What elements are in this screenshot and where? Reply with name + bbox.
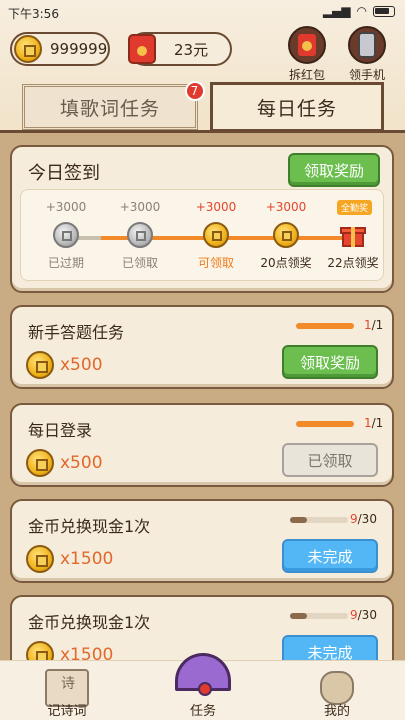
task-card: 每日登录 1/1 x500 已领取 — [10, 403, 394, 487]
task-reward: x1500 — [26, 545, 113, 573]
signin-step-amount: +3000 — [265, 200, 307, 214]
task-progress-bar — [296, 421, 354, 427]
coin-icon — [26, 449, 54, 477]
nav-item-poems[interactable]: 记诗词 — [22, 661, 112, 720]
coin-icon — [14, 35, 42, 63]
bottom-nav: 记诗词 任务 我的 — [0, 653, 405, 720]
claim-phone-label: 领手机 — [348, 68, 385, 82]
nav-label: 任务 — [189, 704, 216, 719]
task-reward: x1500 — [26, 641, 113, 660]
phone-icon — [348, 26, 386, 64]
task-title: 新手答题任务 — [28, 323, 125, 342]
task-reward-amount: x1500 — [60, 645, 114, 660]
battery-icon — [373, 5, 395, 17]
signin-step-amount: +3000 — [195, 200, 237, 214]
tab-daily-tasks-label: 每日任务 — [256, 97, 337, 120]
task-title: 金币兑换现金1次 — [28, 517, 151, 536]
task-reward: x500 — [26, 449, 103, 477]
signin-card: 今日签到 领取奖励 +3000 已过期 +3000 已领取 +3000 可领取 … — [10, 145, 394, 293]
signin-step-expired: +3000 已过期 — [31, 200, 101, 271]
coin-balance-value: 999999 — [50, 40, 108, 58]
tab-lyrics-tasks[interactable]: 填歌词任务 7 — [22, 81, 205, 130]
task-progress-text: 9/30 — [350, 512, 377, 526]
task-reward: x500 — [26, 351, 103, 379]
signin-step-label: 已领取 — [121, 256, 158, 270]
status-icons: ▂▄▆ ◠ — [323, 4, 395, 18]
coin-icon — [26, 545, 54, 573]
signin-step-amount: +3000 — [119, 200, 161, 214]
signal-icon: ▂▄▆ — [322, 4, 351, 18]
red-packet-icon — [128, 34, 156, 64]
tab-lyrics-tasks-label: 填歌词任务 — [59, 97, 160, 120]
signin-step-claimed: +3000 已领取 — [105, 200, 175, 271]
signin-step-label: 20点领奖 — [260, 256, 312, 270]
signin-step-available[interactable]: +3000 可领取 — [181, 200, 251, 271]
signin-step-label: 可领取 — [197, 256, 234, 270]
coin-icon — [26, 641, 54, 660]
claim-phone-button[interactable]: 领手机 — [344, 26, 390, 83]
task-progress-bar — [290, 517, 348, 523]
nav-label: 记诗词 — [47, 704, 87, 719]
task-reward-amount: x1500 — [60, 549, 114, 569]
notification-badge: 7 — [185, 81, 205, 101]
nav-label: 我的 — [323, 704, 350, 719]
silver-coin-icon — [127, 222, 153, 248]
cash-balance-value: 23元 — [174, 40, 209, 59]
task-card: 金币兑换现金1次 9/30 x1500 未完成 — [10, 499, 394, 583]
coin-balance[interactable]: 999999 — [10, 32, 110, 66]
task-title: 金币兑换现金1次 — [28, 613, 151, 632]
status-bar: 下午3:56 ▂▄▆ ◠ — [0, 0, 405, 24]
task-reward-amount: x500 — [60, 453, 103, 473]
signin-claim-button[interactable]: 领取奖励 — [288, 153, 380, 187]
task-reward-amount: x500 — [60, 355, 103, 375]
silver-coin-icon — [53, 222, 79, 248]
perfect-attendance-tag: 全勤奖 — [337, 200, 373, 215]
nav-item-profile[interactable]: 我的 — [292, 661, 382, 720]
signin-step-upcoming: +3000 20点领奖 — [251, 200, 321, 271]
signin-step-label: 22点领奖 — [327, 256, 379, 270]
cash-balance[interactable]: 23元 — [128, 32, 232, 66]
gold-coin-icon — [203, 222, 229, 248]
gold-coin-icon — [273, 222, 299, 248]
red-packet-icon — [288, 26, 326, 64]
task-panel: 今日签到 领取奖励 +3000 已过期 +3000 已领取 +3000 可领取 … — [0, 130, 405, 660]
signin-step-gift: 全勤奖 22点领奖 — [323, 200, 383, 271]
task-progress-bar — [290, 613, 348, 619]
task-progress-bar — [296, 323, 354, 329]
task-card: 金币兑换现金1次 9/30 x1500 未完成 — [10, 595, 394, 660]
task-progress-text: 9/30 — [350, 608, 377, 622]
task-claim-button[interactable]: 领取奖励 — [282, 345, 378, 379]
task-incomplete-button[interactable]: 未完成 — [282, 635, 378, 660]
task-progress-text: 1/1 — [364, 318, 384, 332]
signin-title: 今日签到 — [28, 163, 100, 184]
signin-step-label: 已过期 — [47, 256, 84, 270]
signin-step-amount: +3000 — [45, 200, 87, 214]
task-claimed-button[interactable]: 已领取 — [282, 443, 378, 477]
task-progress-text: 1/1 — [364, 416, 384, 430]
task-card: 新手答题任务 1/1 x500 领取奖励 — [10, 305, 394, 389]
task-incomplete-button[interactable]: 未完成 — [282, 539, 378, 573]
signin-progress: +3000 已过期 +3000 已领取 +3000 可领取 +3000 20点领… — [20, 189, 384, 281]
nav-item-tasks[interactable]: 任务 — [158, 653, 248, 720]
coin-icon — [26, 351, 54, 379]
tab-daily-tasks[interactable]: 每日任务 — [210, 82, 384, 132]
status-time: 下午3:56 — [8, 7, 59, 21]
wifi-icon: ◠ — [356, 4, 367, 18]
open-red-packet-label: 拆红包 — [288, 68, 325, 82]
task-title: 每日登录 — [28, 421, 93, 440]
gift-icon — [340, 222, 366, 248]
open-red-packet-button[interactable]: 拆红包 — [284, 26, 330, 83]
